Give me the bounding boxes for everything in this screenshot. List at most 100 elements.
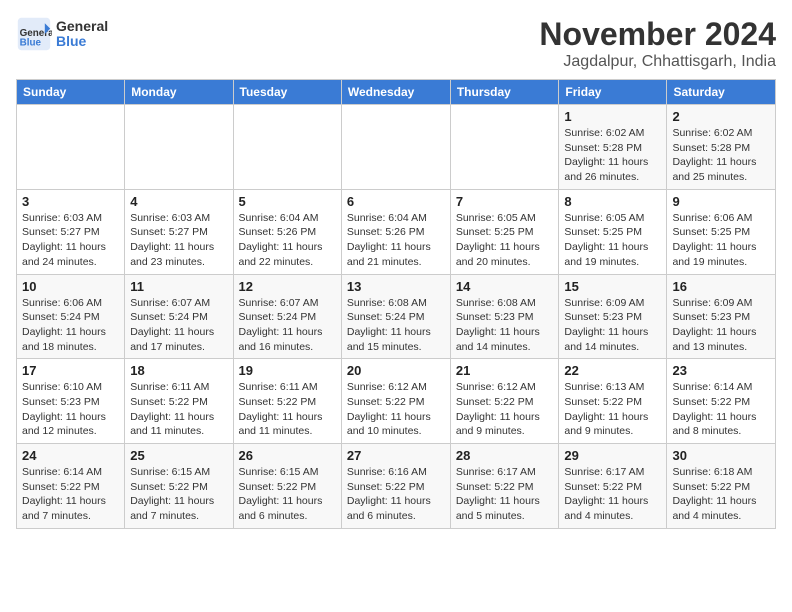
day-info: Sunrise: 6:12 AMSunset: 5:22 PMDaylight:… xyxy=(347,380,445,439)
day-cell: 27 Sunrise: 6:16 AMSunset: 5:22 PMDayligh… xyxy=(341,444,450,529)
day-number: 23 xyxy=(672,363,770,378)
title-area: November 2024 Jagdalpur, Chhattisgarh, I… xyxy=(539,16,776,71)
day-info: Sunrise: 6:14 AMSunset: 5:22 PMDaylight:… xyxy=(22,465,119,524)
day-number: 10 xyxy=(22,279,119,294)
day-info: Sunrise: 6:16 AMSunset: 5:22 PMDaylight:… xyxy=(347,465,445,524)
day-info: Sunrise: 6:17 AMSunset: 5:22 PMDaylight:… xyxy=(564,465,661,524)
day-cell: 29 Sunrise: 6:17 AMSunset: 5:22 PMDayligh… xyxy=(559,444,667,529)
day-number: 16 xyxy=(672,279,770,294)
day-info: Sunrise: 6:05 AMSunset: 5:25 PMDaylight:… xyxy=(564,211,661,270)
day-number: 17 xyxy=(22,363,119,378)
day-cell: 20 Sunrise: 6:12 AMSunset: 5:22 PMDayligh… xyxy=(341,359,450,444)
day-number: 11 xyxy=(130,279,227,294)
day-number: 4 xyxy=(130,194,227,209)
day-number: 6 xyxy=(347,194,445,209)
logo-general: General xyxy=(56,19,108,34)
day-cell: 24 Sunrise: 6:14 AMSunset: 5:22 PMDayligh… xyxy=(17,444,125,529)
logo-icon: General Blue xyxy=(16,16,52,52)
day-info: Sunrise: 6:07 AMSunset: 5:24 PMDaylight:… xyxy=(239,296,336,355)
day-cell: 13 Sunrise: 6:08 AMSunset: 5:24 PMDayligh… xyxy=(341,274,450,359)
day-cell: 12 Sunrise: 6:07 AMSunset: 5:24 PMDayligh… xyxy=(233,274,341,359)
day-number: 13 xyxy=(347,279,445,294)
day-number: 29 xyxy=(564,448,661,463)
day-info: Sunrise: 6:09 AMSunset: 5:23 PMDaylight:… xyxy=(672,296,770,355)
day-number: 15 xyxy=(564,279,661,294)
day-info: Sunrise: 6:03 AMSunset: 5:27 PMDaylight:… xyxy=(22,211,119,270)
week-row-2: 3 Sunrise: 6:03 AMSunset: 5:27 PMDaylight… xyxy=(17,189,776,274)
day-number: 22 xyxy=(564,363,661,378)
weekday-header-wednesday: Wednesday xyxy=(341,80,450,105)
weekday-header-monday: Monday xyxy=(125,80,233,105)
day-info: Sunrise: 6:06 AMSunset: 5:24 PMDaylight:… xyxy=(22,296,119,355)
day-cell: 14 Sunrise: 6:08 AMSunset: 5:23 PMDayligh… xyxy=(450,274,559,359)
day-cell: 7 Sunrise: 6:05 AMSunset: 5:25 PMDaylight… xyxy=(450,189,559,274)
day-cell: 4Sunrise: 6:03 AMSunset: 5:27 PMDaylight… xyxy=(125,189,233,274)
day-cell xyxy=(125,105,233,190)
day-info: Sunrise: 6:06 AMSunset: 5:25 PMDaylight:… xyxy=(672,211,770,270)
day-cell: 10 Sunrise: 6:06 AMSunset: 5:24 PMDayligh… xyxy=(17,274,125,359)
day-info: Sunrise: 6:11 AMSunset: 5:22 PMDaylight:… xyxy=(130,380,227,439)
day-info: Sunrise: 6:07 AMSunset: 5:24 PMDaylight:… xyxy=(130,296,227,355)
day-number: 3 xyxy=(22,194,119,209)
day-info: Sunrise: 6:14 AMSunset: 5:22 PMDaylight:… xyxy=(672,380,770,439)
day-number: 12 xyxy=(239,279,336,294)
day-cell: 19Sunrise: 6:11 AMSunset: 5:22 PMDayligh… xyxy=(233,359,341,444)
day-info: Sunrise: 6:02 AMSunset: 5:28 PMDaylight:… xyxy=(564,126,661,185)
logo: General Blue General Blue xyxy=(16,16,108,52)
day-cell: 26Sunrise: 6:15 AMSunset: 5:22 PMDayligh… xyxy=(233,444,341,529)
day-number: 28 xyxy=(456,448,554,463)
day-cell: 2 Sunrise: 6:02 AMSunset: 5:28 PMDaylight… xyxy=(667,105,776,190)
day-cell: 15Sunrise: 6:09 AMSunset: 5:23 PMDayligh… xyxy=(559,274,667,359)
svg-text:Blue: Blue xyxy=(20,38,42,49)
day-cell: 3 Sunrise: 6:03 AMSunset: 5:27 PMDaylight… xyxy=(17,189,125,274)
week-row-4: 17 Sunrise: 6:10 AMSunset: 5:23 PMDayligh… xyxy=(17,359,776,444)
day-number: 24 xyxy=(22,448,119,463)
weekday-header-thursday: Thursday xyxy=(450,80,559,105)
calendar-table: SundayMondayTuesdayWednesdayThursdayFrid… xyxy=(16,79,776,529)
day-cell: 16 Sunrise: 6:09 AMSunset: 5:23 PMDayligh… xyxy=(667,274,776,359)
day-number: 8 xyxy=(564,194,661,209)
day-number: 27 xyxy=(347,448,445,463)
day-info: Sunrise: 6:15 AMSunset: 5:22 PMDaylight:… xyxy=(239,465,336,524)
day-cell: 25 Sunrise: 6:15 AMSunset: 5:22 PMDayligh… xyxy=(125,444,233,529)
day-number: 25 xyxy=(130,448,227,463)
day-cell: 11 Sunrise: 6:07 AMSunset: 5:24 PMDayligh… xyxy=(125,274,233,359)
day-info: Sunrise: 6:13 AMSunset: 5:22 PMDaylight:… xyxy=(564,380,661,439)
day-number: 20 xyxy=(347,363,445,378)
day-cell: 6 Sunrise: 6:04 AMSunset: 5:26 PMDaylight… xyxy=(341,189,450,274)
day-info: Sunrise: 6:05 AMSunset: 5:25 PMDaylight:… xyxy=(456,211,554,270)
weekday-header-saturday: Saturday xyxy=(667,80,776,105)
day-info: Sunrise: 6:10 AMSunset: 5:23 PMDaylight:… xyxy=(22,380,119,439)
day-number: 5 xyxy=(239,194,336,209)
location-title: Jagdalpur, Chhattisgarh, India xyxy=(539,53,776,71)
logo-blue: Blue xyxy=(56,34,108,49)
day-number: 21 xyxy=(456,363,554,378)
day-cell xyxy=(17,105,125,190)
day-number: 14 xyxy=(456,279,554,294)
week-row-3: 10 Sunrise: 6:06 AMSunset: 5:24 PMDayligh… xyxy=(17,274,776,359)
week-row-1: 1Sunrise: 6:02 AMSunset: 5:28 PMDaylight… xyxy=(17,105,776,190)
day-info: Sunrise: 6:08 AMSunset: 5:24 PMDaylight:… xyxy=(347,296,445,355)
weekday-header-tuesday: Tuesday xyxy=(233,80,341,105)
day-cell xyxy=(233,105,341,190)
day-cell: 1Sunrise: 6:02 AMSunset: 5:28 PMDaylight… xyxy=(559,105,667,190)
day-number: 2 xyxy=(672,109,770,124)
day-cell: 28 Sunrise: 6:17 AMSunset: 5:22 PMDayligh… xyxy=(450,444,559,529)
day-info: Sunrise: 6:02 AMSunset: 5:28 PMDaylight:… xyxy=(672,126,770,185)
day-info: Sunrise: 6:12 AMSunset: 5:22 PMDaylight:… xyxy=(456,380,554,439)
day-cell: 21 Sunrise: 6:12 AMSunset: 5:22 PMDayligh… xyxy=(450,359,559,444)
day-info: Sunrise: 6:17 AMSunset: 5:22 PMDaylight:… xyxy=(456,465,554,524)
day-info: Sunrise: 6:08 AMSunset: 5:23 PMDaylight:… xyxy=(456,296,554,355)
day-cell: 5 Sunrise: 6:04 AMSunset: 5:26 PMDaylight… xyxy=(233,189,341,274)
day-cell: 9Sunrise: 6:06 AMSunset: 5:25 PMDaylight… xyxy=(667,189,776,274)
day-cell: 30Sunrise: 6:18 AMSunset: 5:22 PMDayligh… xyxy=(667,444,776,529)
day-info: Sunrise: 6:11 AMSunset: 5:22 PMDaylight:… xyxy=(239,380,336,439)
day-info: Sunrise: 6:04 AMSunset: 5:26 PMDaylight:… xyxy=(239,211,336,270)
day-info: Sunrise: 6:15 AMSunset: 5:22 PMDaylight:… xyxy=(130,465,227,524)
day-info: Sunrise: 6:04 AMSunset: 5:26 PMDaylight:… xyxy=(347,211,445,270)
day-number: 30 xyxy=(672,448,770,463)
day-cell: 17 Sunrise: 6:10 AMSunset: 5:23 PMDayligh… xyxy=(17,359,125,444)
day-number: 7 xyxy=(456,194,554,209)
day-cell xyxy=(450,105,559,190)
weekday-header-friday: Friday xyxy=(559,80,667,105)
